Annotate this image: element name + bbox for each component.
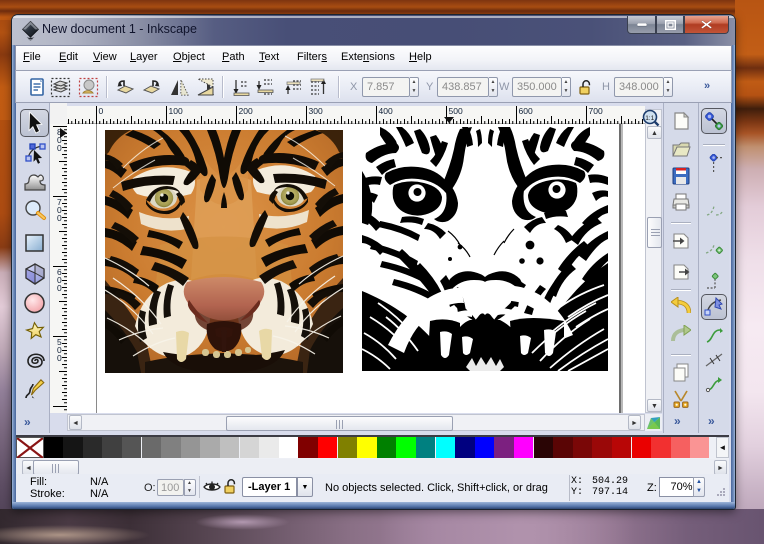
svg-text:700: 700 [589, 106, 603, 116]
svg-text:500: 500 [449, 106, 463, 116]
svg-text:200: 200 [239, 106, 253, 116]
svg-text:400: 400 [379, 106, 393, 116]
svg-text:0: 0 [99, 106, 104, 116]
svg-text:0: 0 [57, 143, 62, 153]
svg-text:600: 600 [519, 106, 533, 116]
svg-text:300: 300 [309, 106, 323, 116]
svg-text:0: 0 [57, 213, 62, 223]
svg-text:100: 100 [169, 106, 183, 116]
svg-text:0: 0 [57, 283, 62, 293]
svg-text:1:1: 1:1 [645, 115, 654, 122]
svg-text:0: 0 [57, 353, 62, 363]
